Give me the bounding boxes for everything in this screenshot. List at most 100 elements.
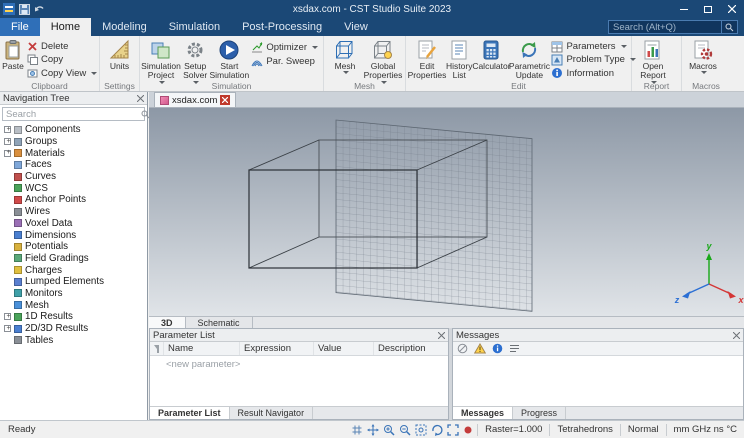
- tab-file[interactable]: File: [0, 18, 40, 36]
- mesh-button[interactable]: Mesh: [326, 38, 364, 80]
- tree-item-materials[interactable]: Materials: [4, 147, 147, 159]
- zoom-window-icon[interactable]: [415, 424, 427, 436]
- column-description[interactable]: Description: [374, 342, 446, 355]
- tab-progress[interactable]: Progress: [513, 407, 567, 419]
- view-options-icon[interactable]: [509, 344, 520, 353]
- calculator-button[interactable]: Calculator: [472, 38, 511, 80]
- par-sweep-button[interactable]: Par. Sweep: [248, 54, 321, 68]
- expander-icon[interactable]: [4, 325, 12, 333]
- paste-button[interactable]: Paste: [2, 38, 24, 80]
- parameters-button[interactable]: Parameters: [548, 40, 638, 53]
- tree-item-charges[interactable]: Charges: [4, 264, 147, 276]
- information-button[interactable]: Information: [548, 67, 638, 80]
- tab-result-navigator[interactable]: Result Navigator: [230, 407, 314, 419]
- rotate-view-icon[interactable]: [431, 424, 443, 436]
- close-button[interactable]: [720, 0, 744, 18]
- tree-item-monitors[interactable]: Monitors: [4, 288, 147, 300]
- expander-icon[interactable]: [4, 126, 12, 134]
- tree-item-curves[interactable]: Curves: [4, 171, 147, 183]
- open-report-label: Open Report: [640, 61, 666, 81]
- optimizer-button[interactable]: Optimizer: [248, 40, 321, 54]
- tab-messages[interactable]: Messages: [453, 407, 514, 419]
- tree-item-lumped-elements[interactable]: Lumped Elements: [4, 276, 147, 288]
- filter-icon[interactable]: [150, 342, 164, 355]
- history-list-button[interactable]: History List: [446, 38, 472, 80]
- navigation-tree-panel: Navigation Tree Components Groups Materi…: [0, 92, 150, 420]
- tree-item-anchor-points[interactable]: Anchor Points: [4, 194, 147, 206]
- tree-item-dimensions[interactable]: Dimensions: [4, 229, 147, 241]
- tree-item-potentials[interactable]: Potentials: [4, 241, 147, 253]
- edit-properties-button[interactable]: Edit Properties: [408, 38, 446, 80]
- column-expression[interactable]: Expression: [240, 342, 314, 355]
- undo-icon[interactable]: [34, 4, 45, 15]
- new-parameter-row[interactable]: <new parameter>: [150, 356, 448, 370]
- copy-view-button[interactable]: Copy View: [24, 67, 100, 80]
- minimize-button[interactable]: [672, 0, 696, 18]
- expander-icon[interactable]: [4, 149, 12, 157]
- info-filter-icon[interactable]: [492, 343, 503, 354]
- maximize-button[interactable]: [696, 0, 720, 18]
- tree-item-field-gradings[interactable]: Field Gradings: [4, 253, 147, 265]
- pan-icon[interactable]: [367, 423, 380, 436]
- save-icon[interactable]: [19, 3, 30, 15]
- messages-body[interactable]: [453, 356, 743, 406]
- tree-item-wcs[interactable]: WCS: [4, 182, 147, 194]
- document-tab[interactable]: xsdax.com: [154, 92, 237, 107]
- zoom-in-icon[interactable]: [383, 424, 395, 436]
- tab-home[interactable]: Home: [39, 18, 92, 36]
- global-properties-button[interactable]: Global Properties: [364, 38, 402, 84]
- units-button[interactable]: Units: [102, 38, 137, 80]
- search-icon[interactable]: [721, 21, 737, 33]
- search-input[interactable]: [609, 21, 721, 33]
- expander-icon[interactable]: [4, 313, 12, 321]
- column-name[interactable]: Name: [164, 342, 240, 355]
- tree-item-tables[interactable]: Tables: [4, 334, 147, 346]
- tab-parameter-list[interactable]: Parameter List: [150, 407, 230, 419]
- tree-search-input[interactable]: [3, 108, 141, 120]
- close-messages-icon[interactable]: [733, 331, 740, 339]
- tab-modeling[interactable]: Modeling: [91, 18, 158, 36]
- problem-type-button[interactable]: Problem Type: [548, 53, 638, 66]
- tree-item-mesh[interactable]: Mesh: [4, 299, 147, 311]
- simulation-project-button[interactable]: Simulation Project: [141, 38, 181, 84]
- expander-icon[interactable]: [4, 138, 12, 146]
- parametric-update-button[interactable]: Parametric Update: [509, 38, 550, 80]
- parameter-list-body[interactable]: <new parameter>: [150, 356, 448, 406]
- pin-icon[interactable]: [463, 425, 473, 435]
- column-value[interactable]: Value: [314, 342, 374, 355]
- 3d-viewport[interactable]: y x z: [149, 108, 744, 316]
- tab-post-processing[interactable]: Post-Processing: [231, 18, 333, 36]
- tab-schematic[interactable]: Schematic: [186, 317, 253, 328]
- macros-button[interactable]: Macros: [684, 38, 722, 80]
- tree-item-voxel-data[interactable]: Voxel Data: [4, 218, 147, 230]
- tree-item-faces[interactable]: Faces: [4, 159, 147, 171]
- close-parameter-list-icon[interactable]: [438, 331, 445, 339]
- status-render-mode[interactable]: Normal: [619, 423, 666, 436]
- zoom-out-icon[interactable]: [399, 424, 411, 436]
- snap-grid-icon[interactable]: [351, 424, 363, 436]
- status-units[interactable]: mm GHz ns °C: [665, 423, 744, 436]
- status-mesh-type[interactable]: Tetrahedrons: [549, 423, 619, 436]
- fit-view-icon[interactable]: [447, 423, 459, 436]
- viewport-canvas[interactable]: y x z: [149, 108, 744, 316]
- tab-view[interactable]: View: [333, 18, 379, 36]
- ribbon-group-macros: Macros Macros: [682, 36, 730, 91]
- tree-item-wires[interactable]: Wires: [4, 206, 147, 218]
- close-navigation-tree-icon[interactable]: [137, 94, 144, 102]
- warning-filter-icon[interactable]: [474, 343, 486, 354]
- messages-panel: Messages Messages Progress: [452, 328, 744, 420]
- delete-button[interactable]: Delete: [24, 40, 100, 53]
- setup-solver-button[interactable]: Setup Solver: [180, 38, 210, 84]
- open-report-button[interactable]: Open Report: [634, 38, 672, 84]
- dimensions-icon: [14, 231, 22, 240]
- close-document-icon[interactable]: [220, 95, 231, 105]
- copy-button[interactable]: Copy: [24, 53, 100, 66]
- tree-item-1d-results[interactable]: 1D Results: [4, 311, 147, 323]
- tree-item-groups[interactable]: Groups: [4, 136, 147, 148]
- tab-3d[interactable]: 3D: [149, 317, 186, 328]
- tab-simulation[interactable]: Simulation: [158, 18, 231, 36]
- tree-item-components[interactable]: Components: [4, 124, 147, 136]
- start-simulation-button[interactable]: Start Simulation: [210, 38, 249, 80]
- tree-item-2d3d-results[interactable]: 2D/3D Results: [4, 323, 147, 335]
- clear-messages-icon[interactable]: [457, 343, 468, 354]
